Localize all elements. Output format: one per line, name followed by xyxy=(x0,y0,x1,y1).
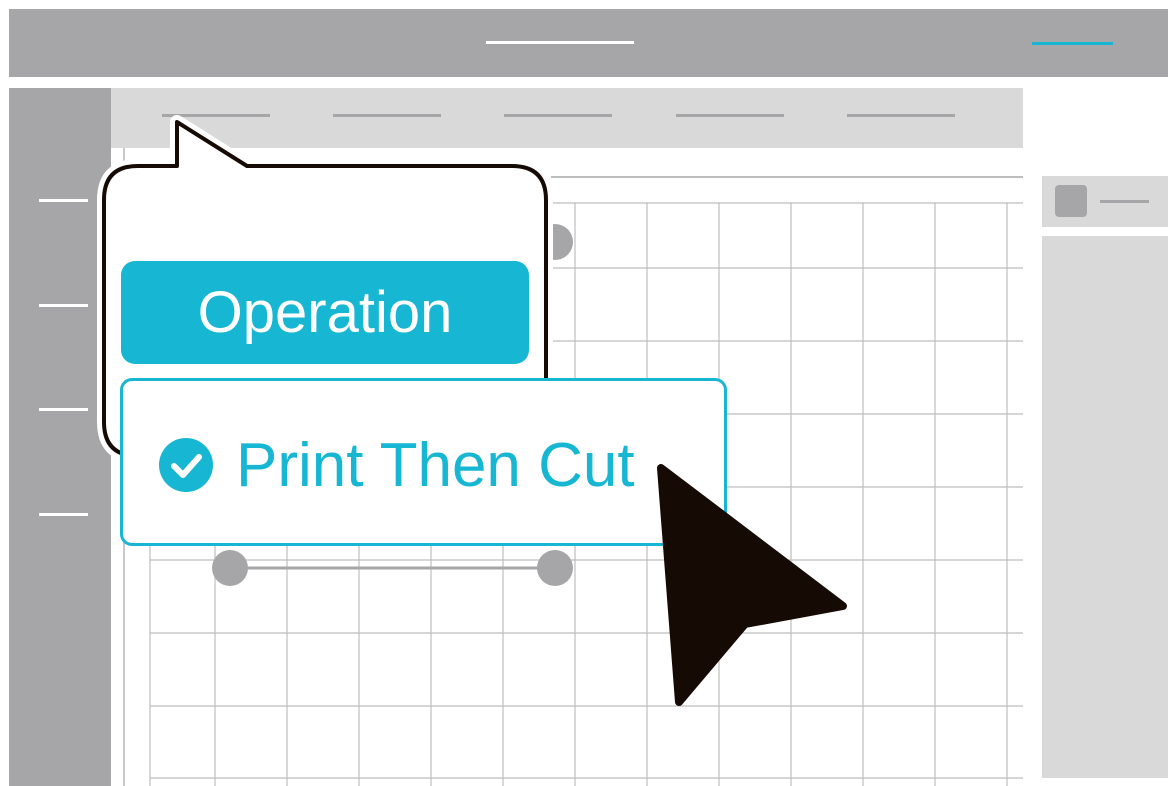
selected-option-label: Print Then Cut xyxy=(236,431,635,500)
rotate-handle[interactable] xyxy=(537,224,573,260)
layer-thumbnail[interactable] xyxy=(1055,185,1087,217)
sidebar-item[interactable] xyxy=(39,304,88,307)
toolbar-item[interactable] xyxy=(162,114,270,117)
operation-label: Operation xyxy=(197,280,453,345)
operation-header: Operation xyxy=(121,261,529,364)
layers-panel-header xyxy=(1042,176,1168,227)
sidebar-item[interactable] xyxy=(39,408,88,411)
layers-panel-body xyxy=(1042,236,1168,778)
title-placeholder xyxy=(486,41,634,44)
toolbar-item[interactable] xyxy=(847,114,955,117)
left-sidebar xyxy=(9,88,111,786)
toolbar xyxy=(111,88,1023,148)
layer-label-placeholder xyxy=(1100,200,1149,203)
resize-handle[interactable] xyxy=(537,550,573,586)
top-right-action-placeholder[interactable] xyxy=(1032,42,1113,45)
sidebar-item[interactable] xyxy=(39,199,88,202)
operation-dropdown[interactable]: Print Then Cut xyxy=(120,378,727,546)
check-circle-icon xyxy=(159,438,213,492)
resize-handle[interactable] xyxy=(212,550,248,586)
top-bar xyxy=(9,9,1168,77)
toolbar-item[interactable] xyxy=(504,114,612,117)
toolbar-item[interactable] xyxy=(676,114,784,117)
toolbar-item[interactable] xyxy=(333,114,441,117)
sidebar-item[interactable] xyxy=(39,513,88,516)
